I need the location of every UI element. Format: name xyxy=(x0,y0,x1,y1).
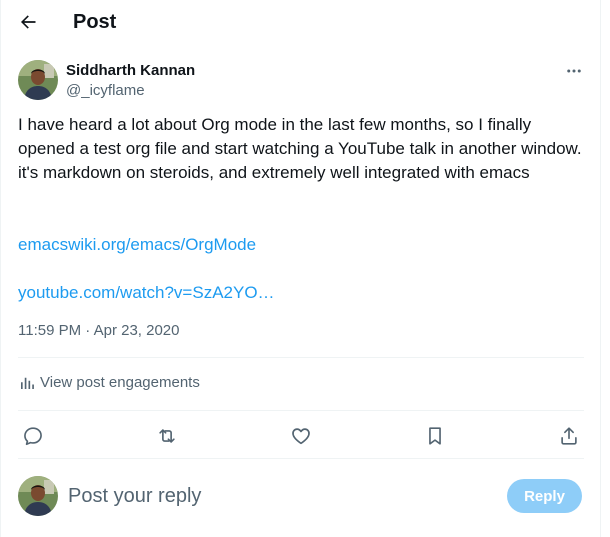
page-title: Post xyxy=(73,11,117,33)
more-options-button[interactable] xyxy=(561,58,587,84)
divider xyxy=(18,357,584,358)
user-avatar[interactable] xyxy=(18,476,58,516)
bookmark-icon xyxy=(429,427,441,445)
post-detail-panel: Post Siddharth Kannan @_icyflame I have … xyxy=(0,0,601,537)
view-engagements-button[interactable]: View post engagements xyxy=(18,373,200,393)
post-link-orgmode[interactable]: emacswiki.org/emacs/OrgMode xyxy=(18,233,256,257)
repost-button[interactable] xyxy=(152,422,182,450)
author-handle[interactable]: @_icyflame xyxy=(66,81,145,101)
divider xyxy=(18,410,584,411)
like-icon xyxy=(292,428,310,445)
more-horizontal-icon xyxy=(567,69,581,73)
post-timestamp[interactable]: 11:59 PM · Apr 23, 2020 xyxy=(18,321,180,341)
author-avatar[interactable] xyxy=(18,60,58,100)
post-text: I have heard a lot about Org mode in the… xyxy=(18,115,587,182)
like-button[interactable] xyxy=(286,422,316,450)
engagements-label: View post engagements xyxy=(40,374,200,391)
post-link-youtube[interactable]: youtube.com/watch?v=SzA2YO… xyxy=(18,281,275,305)
reply-button[interactable] xyxy=(18,422,48,450)
bookmark-button[interactable] xyxy=(420,422,450,450)
repost-icon xyxy=(159,429,175,443)
reply-icon xyxy=(24,427,42,446)
author-name[interactable]: Siddharth Kannan xyxy=(66,61,195,81)
reply-input[interactable]: Post your reply xyxy=(68,482,488,510)
header: Post xyxy=(1,0,601,44)
reply-submit-button[interactable]: Reply xyxy=(507,479,582,513)
share-button[interactable] xyxy=(554,422,584,450)
back-button[interactable] xyxy=(14,8,42,36)
share-icon xyxy=(561,427,577,445)
analytics-icon xyxy=(21,377,34,389)
arrow-left-icon xyxy=(21,15,36,29)
divider xyxy=(18,458,584,459)
